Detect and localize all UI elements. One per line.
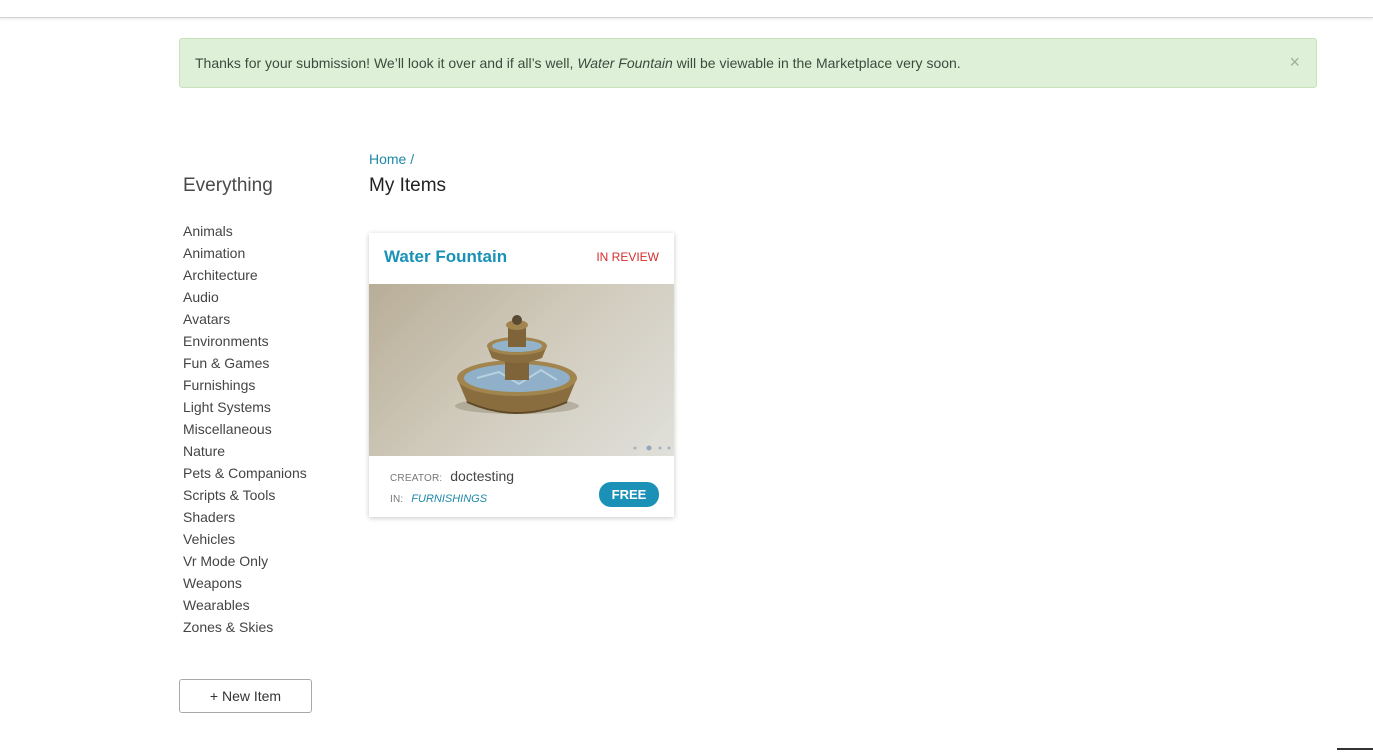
sidebar-item-animals[interactable]: Animals: [183, 220, 343, 242]
sidebar-item-scripts-tools[interactable]: Scripts & Tools: [183, 484, 343, 506]
item-title-link[interactable]: Water Fountain: [384, 247, 507, 267]
alert-text-after: will be viewable in the Marketplace very…: [672, 55, 961, 71]
sidebar-item-zones-skies[interactable]: Zones & Skies: [183, 616, 343, 638]
sidebar-item-fun-games[interactable]: Fun & Games: [183, 352, 343, 374]
sidebar-item-furnishings[interactable]: Furnishings: [183, 374, 343, 396]
sidebar-item-vehicles[interactable]: Vehicles: [183, 528, 343, 550]
status-badge: IN REVIEW: [596, 250, 659, 264]
alert-item-name: Water Fountain: [577, 55, 673, 71]
category-row: IN: FURNISHINGS: [390, 489, 487, 505]
creator-label: CREATOR:: [390, 473, 443, 484]
scrollbar-corner: [1337, 748, 1373, 750]
close-icon[interactable]: ×: [1289, 52, 1300, 72]
top-header-bar: [0, 0, 1373, 18]
sidebar-item-shaders[interactable]: Shaders: [183, 506, 343, 528]
breadcrumb-separator: /: [410, 151, 415, 167]
fountain-thumbnail[interactable]: [369, 284, 674, 456]
category-link[interactable]: FURNISHINGS: [411, 493, 487, 505]
item-card: Water Fountain IN REVIEW CREATOR: doctes…: [369, 233, 674, 517]
sidebar-item-pets-companions[interactable]: Pets & Companions: [183, 462, 343, 484]
category-list: Animals Animation Architecture Audio Avatars…: [183, 220, 343, 638]
creator-name: doctesting: [450, 468, 515, 484]
alert-message: Thanks for your submission! We’ll look i…: [195, 55, 961, 71]
sidebar-item-wearables[interactable]: Wearables: [183, 594, 343, 616]
sidebar-item-vr-mode-only[interactable]: Vr Mode Only: [183, 550, 343, 572]
sidebar-item-miscellaneous[interactable]: Miscellaneous: [183, 418, 343, 440]
sidebar-item-weapons[interactable]: Weapons: [183, 572, 343, 594]
fountain-illustration: [455, 315, 671, 451]
breadcrumb-home-link[interactable]: Home: [369, 151, 406, 167]
category-label: IN:: [390, 494, 404, 505]
page-title: My Items: [369, 175, 447, 196]
sidebar-item-nature[interactable]: Nature: [183, 440, 343, 462]
new-item-button[interactable]: + New Item: [179, 679, 312, 713]
success-alert: Thanks for your submission! We’ll look i…: [179, 38, 1317, 88]
sidebar-title-everything[interactable]: Everything: [183, 174, 343, 198]
sidebar-item-architecture[interactable]: Architecture: [183, 264, 343, 286]
sidebar-item-avatars[interactable]: Avatars: [183, 308, 343, 330]
sidebar-item-light-systems[interactable]: Light Systems: [183, 396, 343, 418]
sidebar-item-animation[interactable]: Animation: [183, 242, 343, 264]
creator-row: CREATOR: doctesting: [390, 468, 514, 484]
sidebar-item-environments[interactable]: Environments: [183, 330, 343, 352]
category-sidebar: Everything Animals Animation Architecture A…: [183, 174, 343, 638]
price-button[interactable]: FREE: [599, 482, 659, 507]
sidebar-item-audio[interactable]: Audio: [183, 286, 343, 308]
alert-text-before: Thanks for your submission! We’ll look i…: [195, 55, 578, 71]
breadcrumb: Home /: [369, 151, 414, 167]
